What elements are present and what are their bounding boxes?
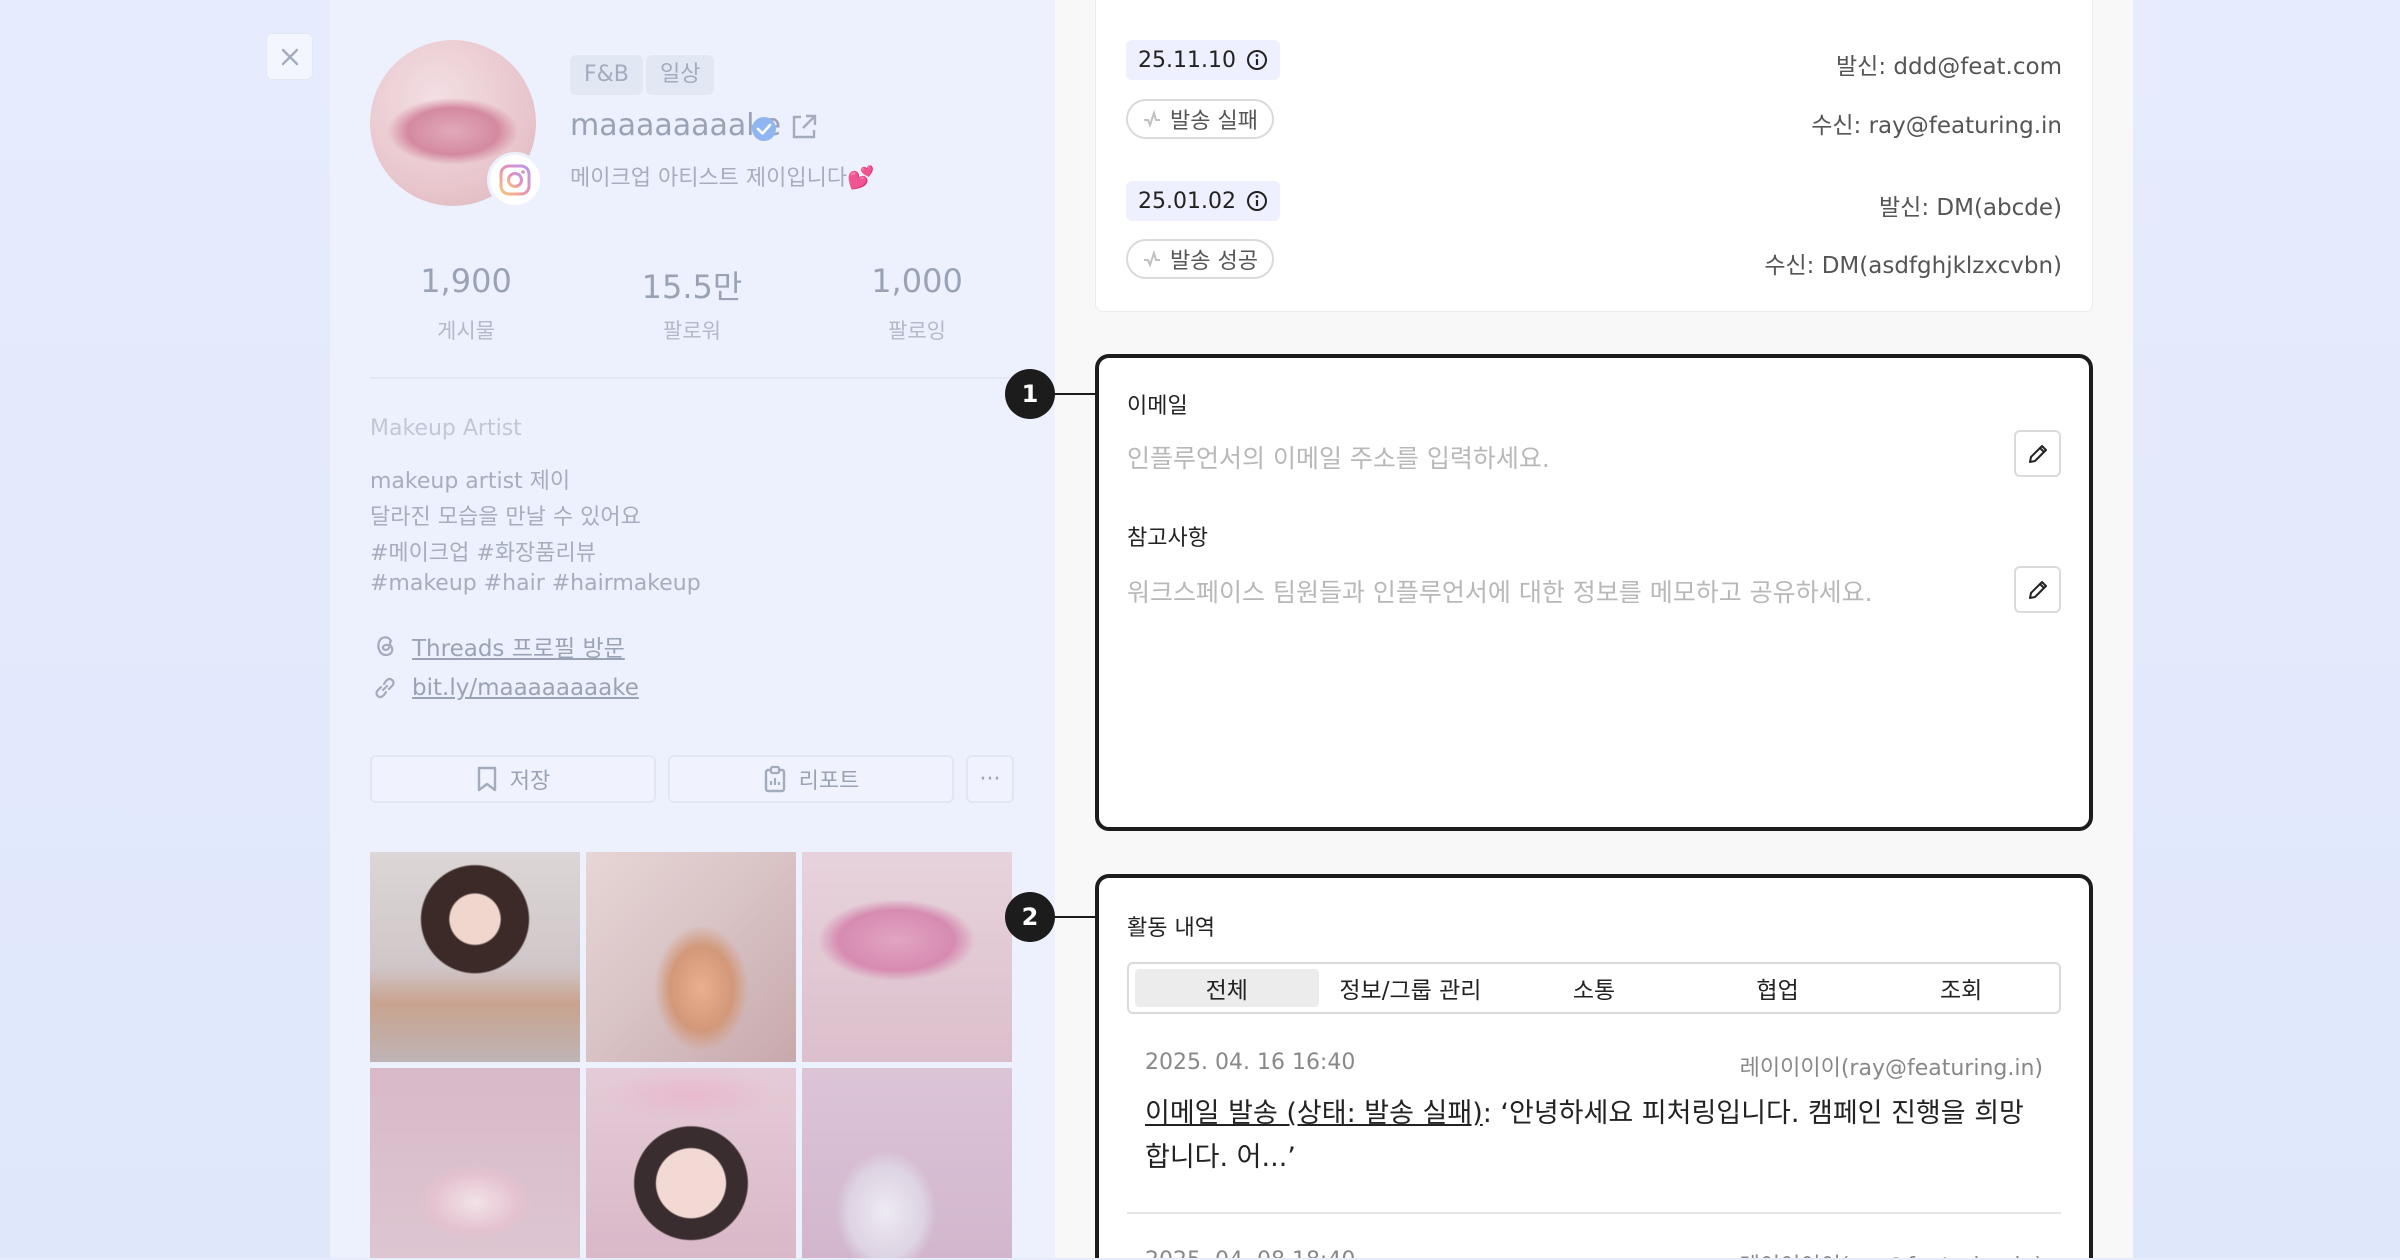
marker-1: 1 xyxy=(1005,369,1055,419)
threads-link[interactable]: Threads 프로필 방문 xyxy=(370,629,625,663)
note-label: 참고사항 xyxy=(1127,526,1208,551)
post-thumbnail[interactable] xyxy=(370,1068,580,1260)
activity-datetime: 2025. 04. 16 16:40 xyxy=(1145,1050,1356,1075)
activity-tabs: 전체 정보/그룹 관리 소통 협업 조회 xyxy=(1127,962,2061,1014)
bio-line: 메이크업 아티스트 제이입니다💕 xyxy=(570,166,875,191)
send-from: 발신: DM(abcde) xyxy=(1879,195,2062,221)
activity-link[interactable]: 이메일 발송 (상태: 발송 실패) xyxy=(1145,1098,1483,1129)
activity-icon xyxy=(1144,249,1160,268)
marker-connector xyxy=(1055,393,1095,395)
email-edit-button[interactable] xyxy=(2014,430,2061,477)
send-history-card: 25.11.10 발송 실패 발신: ddd@feat.com 수신: ray@… xyxy=(1095,0,2093,312)
instagram-icon xyxy=(487,152,543,208)
post-thumbnail[interactable] xyxy=(802,1068,1012,1260)
send-date: 25.01.02 xyxy=(1138,188,1236,214)
threads-icon xyxy=(377,636,394,657)
tab-communication[interactable]: 소통 xyxy=(1502,969,1686,1007)
send-status: 발송 실패 xyxy=(1170,109,1258,134)
threads-link-text[interactable]: Threads 프로필 방문 xyxy=(412,629,625,663)
tab-views[interactable]: 조회 xyxy=(1869,969,2053,1007)
stat-following-value: 1,000 xyxy=(871,262,963,300)
more-icon: ··· xyxy=(979,766,1001,792)
marker-2: 2 xyxy=(1005,892,1055,942)
contact-info-box: 이메일 인플루언서의 이메일 주소를 입력하세요. 참고사항 워크스페이스 팀원… xyxy=(1095,354,2093,831)
stat-following-label: 팔로잉 xyxy=(888,319,946,343)
tag-fnb: F&B xyxy=(570,55,643,95)
web-link[interactable]: bit.ly/maaaaaaaake xyxy=(370,673,639,703)
activity-user: 레이이이이(ray@featuring.in) xyxy=(1739,1056,2043,1081)
clipboard-icon xyxy=(764,765,785,793)
activity-box: 활동 내역 전체 정보/그룹 관리 소통 협업 조회 2025. 04. 16 … xyxy=(1095,874,2093,1260)
link-icon xyxy=(375,677,395,699)
activity-body: 이메일 발송 (상태: 발송 실패): ‘안녕하세요 피처링입니다. 캠페인 진… xyxy=(1145,1092,2045,1180)
post-thumbnail[interactable] xyxy=(586,1068,796,1260)
send-status: 발송 성공 xyxy=(1170,249,1258,274)
tab-info-group[interactable]: 정보/그룹 관리 xyxy=(1319,969,1503,1007)
external-link-icon[interactable] xyxy=(788,111,820,143)
activity-icon xyxy=(1144,109,1160,128)
note-edit-button[interactable] xyxy=(2014,566,2061,613)
send-from: 발신: ddd@feat.com xyxy=(1836,54,2062,80)
send-date-chip: 25.01.02 xyxy=(1126,181,1280,221)
note-placeholder[interactable]: 워크스페이스 팀원들과 인플루언서에 대한 정보를 메모하고 공유하세요. xyxy=(1127,573,1873,609)
bookmark-icon xyxy=(477,766,496,792)
marker-connector xyxy=(1055,916,1095,918)
post-thumbnail[interactable] xyxy=(370,852,580,1062)
profile-desc-line: #makeup #hair #hairmakeup xyxy=(370,571,701,596)
profile-desc-line: #메이크업 #화장품리뷰 xyxy=(370,541,597,566)
send-date-chip: 25.11.10 xyxy=(1126,40,1280,80)
close-icon xyxy=(281,48,298,65)
stat-posts-label: 게시물 xyxy=(437,319,495,343)
report-button[interactable]: 리포트 xyxy=(668,755,954,803)
send-status-chip: 발송 실패 xyxy=(1126,99,1274,139)
stat-followers-label: 팔로워 xyxy=(663,319,721,343)
tab-collaboration[interactable]: 협업 xyxy=(1686,969,1870,1007)
activity-meta: 2025. 04. 16 16:40 레이이이이(ray@featuring.i… xyxy=(1145,1050,2043,1082)
report-button-label: 리포트 xyxy=(798,769,860,794)
stat-followers-value: 15.5만 xyxy=(641,268,743,306)
save-button-label: 저장 xyxy=(509,769,551,794)
send-to: 수신: DM(asdfghjklzxcvbn) xyxy=(1764,253,2062,279)
email-placeholder[interactable]: 인플루언서의 이메일 주소를 입력하세요. xyxy=(1127,439,1550,475)
info-icon[interactable] xyxy=(1246,190,1268,212)
more-button[interactable]: ··· xyxy=(966,755,1014,803)
tab-all[interactable]: 전체 xyxy=(1135,969,1319,1007)
post-thumbnail[interactable] xyxy=(586,852,796,1062)
send-to: 수신: ray@featuring.in xyxy=(1811,113,2062,139)
pencil-icon xyxy=(2028,444,2047,463)
web-link-text[interactable]: bit.ly/maaaaaaaake xyxy=(412,675,639,701)
profile-divider xyxy=(370,377,1015,379)
profile-desc-line: 달라진 모습을 만날 수 있어요 xyxy=(370,505,641,530)
pencil-icon xyxy=(2028,580,2047,599)
info-icon[interactable] xyxy=(1246,49,1268,71)
activity-title: 활동 내역 xyxy=(1127,916,1215,941)
verified-icon xyxy=(752,117,776,141)
profile-desc-line: makeup artist 제이 xyxy=(370,469,571,494)
send-date: 25.11.10 xyxy=(1138,47,1236,73)
save-button[interactable]: 저장 xyxy=(370,755,656,803)
post-thumbnail[interactable] xyxy=(802,852,1012,1062)
tag-daily: 일상 xyxy=(646,55,715,95)
profile-category: Makeup Artist xyxy=(370,416,522,441)
email-label: 이메일 xyxy=(1127,394,1188,419)
send-status-chip: 발송 성공 xyxy=(1126,239,1274,279)
activity-divider xyxy=(1127,1212,2061,1214)
close-button[interactable] xyxy=(266,33,313,80)
stat-posts-value: 1,900 xyxy=(420,262,512,300)
